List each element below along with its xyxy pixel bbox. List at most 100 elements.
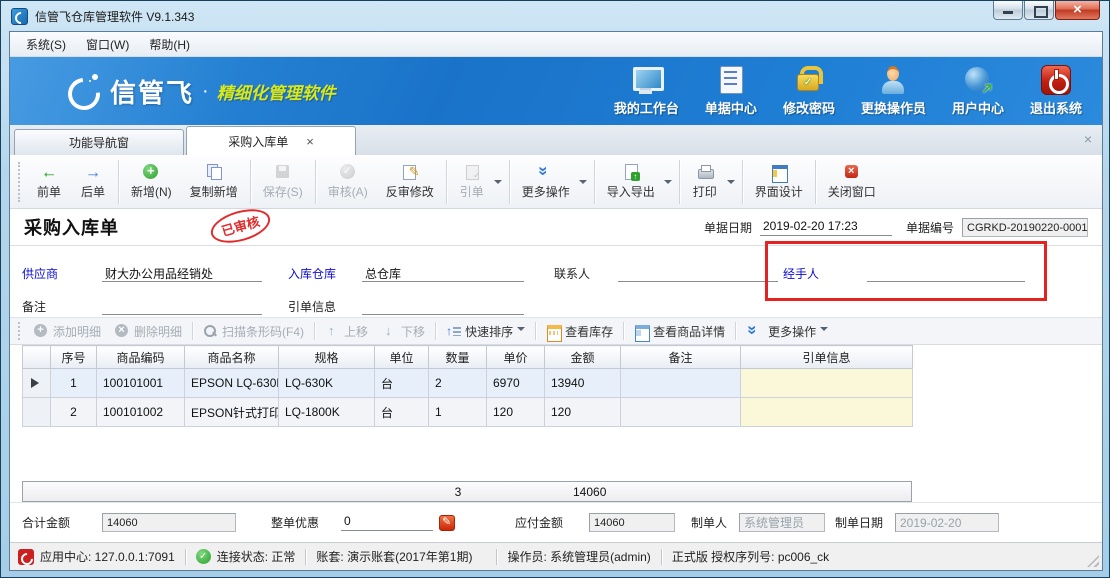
print-dropdown[interactable] (727, 158, 739, 206)
more-actions-dropdown[interactable] (579, 158, 591, 206)
prev-doc-button[interactable]: 前单 (27, 158, 71, 206)
edit-pencil-icon (401, 164, 419, 180)
current-row-marker-icon (31, 378, 44, 388)
col-unit[interactable]: 单位 (375, 346, 429, 369)
status-separator (661, 549, 662, 565)
delete-detail-button[interactable]: 删除明细 (108, 321, 189, 342)
grid-area: 序号 商品编码 商品名称 规格 单位 数量 单价 金额 备注 引单信息 (10, 345, 1102, 502)
chevron-down-icon (494, 180, 502, 188)
grid-toolbar: 添加明细 删除明细 扫描条形码(F4) 上移 下移 (10, 317, 1102, 345)
audit-button[interactable]: 审核(A) (319, 158, 377, 206)
doc-number-field: CGRKD-20190220-0001 (962, 218, 1088, 237)
brand-slogan: 精细化管理软件 (217, 79, 336, 104)
col-seq[interactable]: 序号 (51, 346, 97, 369)
col-spec[interactable]: 规格 (279, 346, 375, 369)
save-button[interactable]: 保存(S) (254, 158, 312, 206)
col-remark[interactable]: 备注 (621, 346, 741, 369)
lock-check-icon (794, 65, 824, 95)
supplier-field[interactable]: 财大办公用品经销处 (102, 265, 262, 282)
copy-new-button[interactable]: 复制新增 (181, 158, 247, 206)
move-up-button[interactable]: 上移 (318, 321, 375, 342)
grid-more-actions-button[interactable]: 更多操作 (739, 321, 835, 342)
table-row[interactable]: 1 100101001 EPSON LQ-630K LQ-630K 台 2 69… (23, 369, 913, 398)
view-stock-button[interactable]: 查看库存 (539, 321, 620, 342)
close-window-button[interactable]: 关闭窗口 (819, 158, 885, 206)
tab-purchase-inbound[interactable]: 采购入库单 × (186, 126, 356, 155)
tab-function-nav[interactable]: 功能导航窗 (14, 129, 184, 155)
unaudit-edit-button[interactable]: 反审修改 (377, 158, 443, 206)
change-password-button[interactable]: 修改密码 (783, 65, 835, 117)
exit-system-button[interactable]: 退出系统 (1030, 65, 1082, 117)
table-row[interactable]: 2 100101002 EPSON针式打印机 LQ-1800K 台 1 120 … (23, 398, 913, 427)
resize-grip[interactable] (1087, 555, 1099, 567)
col-refinfo[interactable]: 引单信息 (741, 346, 913, 369)
import-export-button[interactable]: 导入导出 (598, 158, 664, 206)
close-button[interactable] (1055, 1, 1100, 20)
import-export-dropdown[interactable] (664, 158, 676, 206)
discount-field[interactable]: 0 (341, 514, 433, 531)
ref-doc-button[interactable]: 引单 (450, 158, 494, 206)
remark-field[interactable] (102, 298, 262, 315)
items-table: 序号 商品编码 商品名称 规格 单位 数量 单价 金额 备注 引单信息 (22, 345, 913, 427)
next-doc-button[interactable]: 后单 (71, 158, 115, 206)
workbench-button[interactable]: 我的工作台 (614, 65, 679, 117)
chevron-down-icon (579, 180, 587, 188)
tabbar-close-icon[interactable]: × (1084, 131, 1092, 147)
more-actions-button[interactable]: 更多操作 (513, 158, 579, 206)
switch-operator-button[interactable]: 更换操作员 (861, 65, 926, 117)
warehouse-field[interactable]: 总仓库 (362, 265, 524, 282)
quick-sort-button[interactable]: 快速排序 (439, 321, 532, 342)
handler-field[interactable] (867, 265, 1025, 282)
new-button[interactable]: 新增(N) (122, 158, 181, 206)
tab-close-icon[interactable]: × (306, 134, 314, 149)
account-set-status: 账套: 演示账套(2017年第1期) (316, 548, 472, 565)
form-row-1: 供应商 财大办公用品经销处 入库仓库 总仓库 联系人 经手人 (10, 256, 1102, 282)
move-down-button[interactable]: 下移 (375, 321, 432, 342)
scan-barcode-button[interactable]: 扫描条形码(F4) (196, 321, 311, 342)
summary-row: 3 14060 (22, 481, 912, 502)
copy-icon (205, 164, 223, 180)
col-price[interactable]: 单价 (487, 346, 545, 369)
detail-window-icon (634, 324, 649, 338)
discount-edit-icon[interactable] (439, 515, 455, 531)
print-button[interactable]: 打印 (683, 158, 727, 206)
ui-design-button[interactable]: 界面设计 (746, 158, 812, 206)
toolbar-separator (446, 160, 447, 204)
maker-label: 制单人 (691, 514, 739, 531)
chevron-down-icon (727, 180, 735, 188)
add-detail-button[interactable]: 添加明细 (27, 321, 108, 342)
document-icon (463, 164, 481, 180)
ref-info-field[interactable] (362, 298, 524, 315)
total-amount-field: 14060 (102, 513, 236, 532)
col-code[interactable]: 商品编码 (97, 346, 185, 369)
window-design-icon (770, 164, 788, 180)
app-window: 信管飞仓库管理软件 V9.1.343 系统(S) 窗口(W) 帮助(H) 信管飞… (0, 0, 1110, 578)
menu-help[interactable]: 帮助(H) (139, 33, 200, 56)
contact-field[interactable] (618, 265, 778, 282)
toolbar-separator (509, 160, 510, 204)
view-product-detail-button[interactable]: 查看商品详情 (627, 321, 732, 342)
globe-icon (963, 65, 993, 95)
printer-icon (696, 164, 714, 180)
status-separator (305, 549, 306, 565)
arrow-up-icon (325, 324, 340, 338)
doc-date-label: 单据日期 (704, 219, 752, 236)
col-name[interactable]: 商品名称 (185, 346, 279, 369)
doc-date-field[interactable]: 2019-02-20 17:23 (760, 219, 892, 236)
maximize-button[interactable] (1024, 1, 1054, 20)
payable-amount-label: 应付金额 (515, 514, 581, 531)
menu-window[interactable]: 窗口(W) (76, 33, 139, 56)
col-qty[interactable]: 数量 (429, 346, 487, 369)
toolbar-separator (679, 160, 680, 204)
user-center-button[interactable]: 用户中心 (952, 65, 1004, 117)
arrow-left-icon (40, 164, 58, 180)
document-center-button[interactable]: 单据中心 (705, 65, 757, 117)
minimize-button[interactable] (993, 1, 1023, 20)
amount-total: 14060 (573, 485, 606, 499)
monitor-icon (631, 65, 661, 95)
brand-logo-icon (66, 74, 100, 108)
ref-doc-dropdown[interactable] (494, 158, 506, 206)
handler-label: 经手人 (783, 265, 867, 282)
col-amount[interactable]: 金额 (545, 346, 621, 369)
menu-system[interactable]: 系统(S) (16, 33, 76, 56)
